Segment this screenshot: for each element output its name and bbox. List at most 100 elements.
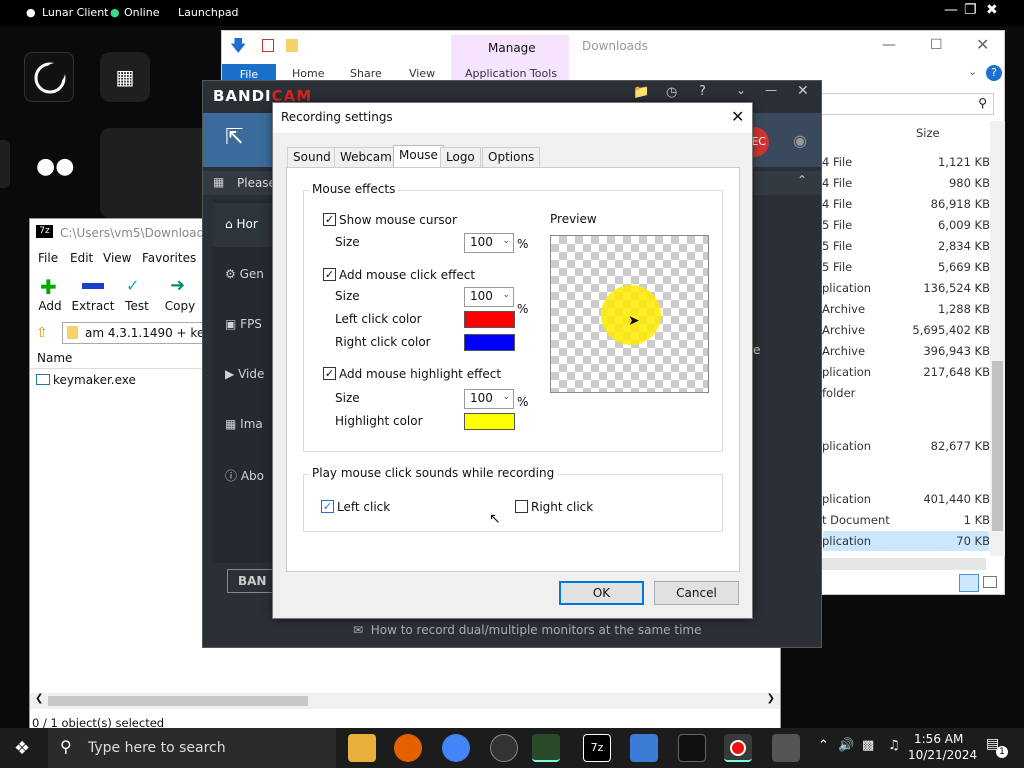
lunar-card[interactable] bbox=[100, 128, 210, 218]
sidebar-tab[interactable] bbox=[0, 140, 10, 188]
menu-edit[interactable]: Edit bbox=[70, 251, 93, 265]
large-icons-view-icon[interactable] bbox=[983, 576, 997, 588]
clock-icon[interactable]: ◷ bbox=[666, 85, 677, 100]
lunar-taskbar-icon[interactable] bbox=[678, 734, 706, 762]
clock-time[interactable]: 1:56 AM bbox=[914, 732, 963, 746]
volume-icon[interactable]: 🔊 bbox=[838, 738, 854, 753]
left-click-color-swatch[interactable] bbox=[464, 311, 515, 328]
tab-view[interactable]: View bbox=[409, 67, 435, 80]
tip-bar[interactable]: ✉ How to record dual/multiple monitors a… bbox=[353, 623, 701, 637]
folder-icon[interactable]: 📁 bbox=[633, 85, 649, 100]
camera-icon[interactable]: ◉ bbox=[793, 131, 807, 150]
click-size-select[interactable]: 100 ⌄ bbox=[464, 287, 514, 307]
taskbar-search[interactable]: ⚲ Type here to search bbox=[48, 728, 336, 768]
scroll-left-icon[interactable]: ❮ bbox=[35, 693, 43, 704]
cursor-size-select[interactable]: 100 ⌄ bbox=[464, 233, 514, 253]
highlight-effect-checkbox[interactable]: ✓ bbox=[323, 367, 336, 380]
scrollbar-thumb[interactable] bbox=[48, 696, 308, 706]
close-icon[interactable]: ✕ bbox=[797, 83, 809, 99]
maximize-icon[interactable]: ❐ bbox=[964, 2, 977, 18]
obs-taskbar-icon[interactable] bbox=[490, 734, 518, 762]
column-header[interactable]: Name bbox=[30, 347, 205, 369]
properties-icon[interactable] bbox=[262, 39, 274, 52]
tab-mouse[interactable]: Mouse bbox=[393, 145, 444, 168]
file-keymaker[interactable]: keymaker.exe bbox=[53, 373, 136, 387]
scrollbar-thumb[interactable] bbox=[992, 361, 1003, 531]
minimize-icon[interactable]: — bbox=[765, 83, 777, 97]
explorer-scrollbar[interactable] bbox=[990, 121, 1005, 556]
files-taskbar-icon[interactable] bbox=[630, 734, 658, 762]
launchpad-label[interactable]: Launchpad bbox=[178, 6, 239, 19]
tab-logo[interactable]: Logo bbox=[440, 147, 481, 167]
7zip-taskbar-icon[interactable]: 7z bbox=[583, 734, 611, 762]
dialog-close-icon[interactable]: ✕ bbox=[731, 107, 744, 126]
details-view-icon[interactable] bbox=[959, 574, 979, 592]
left-click-sound-checkbox[interactable]: ✓ bbox=[321, 500, 334, 513]
tab-options[interactable]: Options bbox=[482, 147, 541, 167]
menu-file[interactable]: File bbox=[38, 251, 58, 265]
collapse-icon[interactable]: ⌃ bbox=[797, 173, 807, 187]
right-click-color-swatch[interactable] bbox=[464, 334, 515, 351]
tab-webcam[interactable]: Webcam bbox=[334, 147, 398, 167]
windows-start-icon[interactable]: ❖ bbox=[14, 738, 30, 759]
minimize-icon[interactable]: — bbox=[944, 2, 958, 18]
nav-home[interactable]: ⌂ Hor bbox=[225, 217, 258, 231]
extract-button[interactable]: Extract bbox=[70, 299, 116, 313]
network-icon[interactable]: ▩ bbox=[862, 738, 874, 753]
bandicam-bottom-button[interactable]: BAN bbox=[227, 569, 277, 593]
grid-menu-button[interactable]: ▦ bbox=[100, 52, 150, 102]
tab-share[interactable]: Share bbox=[350, 67, 382, 80]
highlight-size-select[interactable]: 100 ⌄ bbox=[464, 389, 514, 409]
menu-favorites[interactable]: Favorites bbox=[142, 251, 196, 265]
quick-access-down-icon[interactable]: 🡇 bbox=[230, 35, 246, 62]
tab-home[interactable]: Home bbox=[292, 67, 324, 80]
add-button[interactable]: Add bbox=[27, 299, 73, 313]
nav-image[interactable]: ▦ Ima bbox=[225, 417, 263, 431]
copy-button[interactable]: Copy bbox=[157, 299, 203, 313]
file-explorer-taskbar-icon[interactable] bbox=[348, 734, 376, 762]
cloud-taskbar-icon[interactable] bbox=[772, 734, 800, 762]
tab-sound[interactable]: Sound bbox=[287, 147, 337, 167]
scroll-right-icon[interactable]: ❯ bbox=[767, 693, 775, 704]
show-cursor-checkbox[interactable]: ✓ bbox=[323, 213, 336, 226]
manage-label: Manage bbox=[488, 41, 536, 55]
help-icon[interactable]: ? bbox=[699, 84, 706, 99]
path-field[interactable]: am 4.3.1.1490 + keyma bbox=[62, 322, 230, 344]
menu-icon[interactable]: ⌄ bbox=[736, 83, 746, 97]
test-button[interactable]: Test bbox=[114, 299, 160, 313]
folder-icon[interactable] bbox=[286, 39, 298, 52]
ok-button[interactable]: OK bbox=[559, 581, 644, 605]
tray-up-icon[interactable]: ⌃ bbox=[818, 738, 829, 753]
bandicam-taskbar-icon[interactable] bbox=[724, 734, 752, 762]
nav-video[interactable]: ▶ Vide bbox=[225, 367, 264, 381]
help-icon[interactable]: ? bbox=[986, 65, 1002, 81]
nav-fps[interactable]: ▣ FPS bbox=[225, 317, 262, 331]
clock-date[interactable]: 10/21/2024 bbox=[908, 748, 977, 762]
gamepad-icon[interactable]: ●● bbox=[36, 154, 74, 179]
chrome-taskbar-icon[interactable] bbox=[442, 734, 470, 762]
close-icon[interactable]: ✖ bbox=[986, 2, 998, 18]
column-size-header[interactable]: Size bbox=[916, 126, 940, 140]
explorer-close-icon[interactable]: ✕ bbox=[976, 35, 989, 54]
right-click-sound-checkbox[interactable] bbox=[515, 500, 528, 513]
tab-application-tools[interactable]: Application Tools bbox=[465, 67, 557, 80]
explorer-maximize-icon[interactable]: ☐ bbox=[930, 37, 943, 53]
screen-mode-button[interactable]: ⇱ bbox=[203, 113, 273, 167]
ribbon-expand-icon[interactable]: ⌄ bbox=[968, 65, 977, 78]
nav-about[interactable]: ⓘ Abo bbox=[225, 467, 264, 484]
up-folder-icon[interactable]: ⇧ bbox=[36, 325, 48, 341]
explorer-minimize-icon[interactable]: — bbox=[882, 37, 896, 53]
highlight-color-swatch[interactable] bbox=[464, 413, 515, 430]
cancel-button[interactable]: Cancel bbox=[654, 581, 739, 605]
video-taskbar-icon[interactable] bbox=[532, 734, 560, 762]
search-box[interactable]: ⚲ bbox=[819, 93, 994, 115]
column-name: Name bbox=[37, 351, 73, 365]
menu-view[interactable]: View bbox=[103, 251, 131, 265]
click-effect-checkbox[interactable]: ✓ bbox=[323, 268, 336, 281]
speaker-icon[interactable]: ♫ bbox=[888, 738, 900, 753]
nav-general[interactable]: ⚙ Gen bbox=[225, 267, 264, 281]
7zip-h-scrollbar[interactable]: ❮ ❯ bbox=[30, 693, 780, 709]
h-scrollbar[interactable] bbox=[822, 558, 986, 570]
chevron-down-icon: ⌄ bbox=[502, 236, 510, 246]
firefox-taskbar-icon[interactable] bbox=[394, 734, 422, 762]
